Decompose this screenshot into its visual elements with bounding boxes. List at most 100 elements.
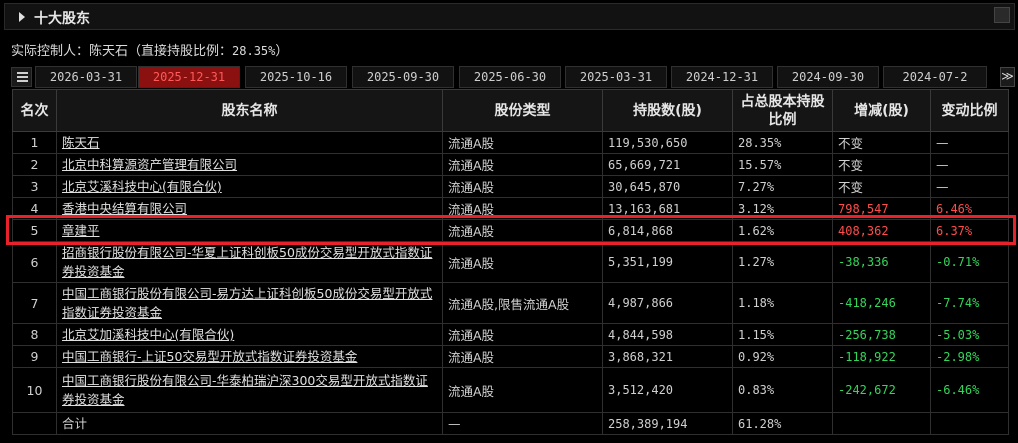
table-row[interactable]: 2 北京中科算源资产管理有限公司 流通A股 65,669,721 15.57% 不变 — xyxy=(12,153,1009,176)
cell-shareholder-name: 北京艾加溪科技中心(有限合伙) xyxy=(56,323,443,346)
cell-share-type: 流通A股 xyxy=(442,345,603,368)
cell-change: -38,336 xyxy=(832,241,931,283)
cell-shares: 65,669,721 xyxy=(602,153,733,176)
table-row[interactable]: 6 招商银行股份有限公司-华夏上证科创板50成份交易型开放式指数证券投资基金 流通A… xyxy=(12,241,1009,283)
shareholder-link[interactable]: 章建平 xyxy=(62,223,100,238)
cell-shareholder-name: 中国工商银行-上证50交易型开放式指数证券投资基金 xyxy=(56,345,443,368)
cell-share-type: — xyxy=(442,412,603,435)
cell-shareholder-name: 章建平 xyxy=(56,219,443,242)
controller-pct: 28.35% xyxy=(232,44,276,58)
cell-ratio: 28.35% xyxy=(732,131,833,154)
cell-ratio: 1.27% xyxy=(732,241,833,283)
table-header-row: 名次 股东名称 股份类型 持股数(股) 占总股本持股比例 增减(股) 变动比例 xyxy=(12,89,1009,132)
cell-rank: 1 xyxy=(12,131,57,154)
col-header-change-pct[interactable]: 变动比例 xyxy=(930,89,1009,132)
tab-date[interactable]: 2024-12-31 xyxy=(671,66,773,88)
shareholder-link[interactable]: 招商银行股份有限公司-华夏上证科创板50成份交易型开放式指数证券投资基金 xyxy=(62,245,432,279)
tab-date[interactable]: 2025-10-16 xyxy=(245,66,347,88)
table-row[interactable]: 5 章建平 流通A股 6,814,868 1.62% 408,362 6.37% xyxy=(12,219,1009,242)
shareholder-link[interactable]: 北京艾加溪科技中心(有限合伙) xyxy=(62,327,234,342)
col-header-shares[interactable]: 持股数(股) xyxy=(602,89,733,132)
table-row[interactable]: 1 陈天石 流通A股 119,530,650 28.35% 不变 — xyxy=(12,131,1009,154)
cell-change-pct: 6.37% xyxy=(930,219,1009,242)
cell-share-type: 流通A股 xyxy=(442,219,603,242)
table-row[interactable]: 9 中国工商银行-上证50交易型开放式指数证券投资基金 流通A股 3,868,321 0… xyxy=(12,345,1009,368)
cell-ratio: 1.15% xyxy=(732,323,833,346)
maximize-icon[interactable] xyxy=(994,7,1010,23)
cell-shares: 5,351,199 xyxy=(602,241,733,283)
cell-change: 798,547 xyxy=(832,197,931,220)
cell-change-pct: -2.98% xyxy=(930,345,1009,368)
cell-change: -418,246 xyxy=(832,282,931,324)
cell-change: 不变 xyxy=(832,175,931,198)
cell-rank: 6 xyxy=(12,241,57,283)
col-header-name[interactable]: 股东名称 xyxy=(56,89,443,132)
cell-ratio: 0.83% xyxy=(732,367,833,413)
table-row[interactable]: 8 北京艾加溪科技中心(有限合伙) 流通A股 4,844,598 1.15% -256,7… xyxy=(12,323,1009,346)
expand-triangle-icon[interactable] xyxy=(19,12,25,22)
cell-rank: 7 xyxy=(12,282,57,324)
cell-shares: 4,987,866 xyxy=(602,282,733,324)
controller-close: ） xyxy=(275,44,289,59)
cell-change-pct xyxy=(930,412,1009,435)
table-row[interactable]: 4 香港中央结算有限公司 流通A股 13,163,681 3.12% 798,547 6.4… xyxy=(12,197,1009,220)
report-date-tabs: 2026-03-31 2025-12-31 2025-10-16 2025-09-30… xyxy=(11,66,1015,88)
cell-ratio: 7.27% xyxy=(732,175,833,198)
shareholder-link[interactable]: 中国工商银行股份有限公司-华泰柏瑞沪深300交易型开放式指数证券投资基金 xyxy=(62,373,428,407)
shareholder-link[interactable]: 陈天石 xyxy=(62,135,100,150)
table-row[interactable]: 7 中国工商银行股份有限公司-易方达上证科创板50成份交易型开放式指数证券投资基金… xyxy=(12,282,1009,324)
cell-ratio: 3.12% xyxy=(732,197,833,220)
cell-rank: 3 xyxy=(12,175,57,198)
tab-date[interactable]: 2025-03-31 xyxy=(565,66,667,88)
section-header[interactable]: 十大股东 xyxy=(4,3,1015,30)
tab-date[interactable]: 2025-12-31 xyxy=(138,66,240,88)
cell-share-type: 流通A股 xyxy=(442,241,603,283)
scroll-right-icon[interactable]: ≫ xyxy=(1000,67,1015,87)
col-header-ratio[interactable]: 占总股本持股比例 xyxy=(732,89,833,132)
cell-change xyxy=(832,412,931,435)
cell-share-type: 流通A股 xyxy=(442,323,603,346)
cell-share-type: 流通A股 xyxy=(442,131,603,154)
tab-date[interactable]: 2026-03-31 xyxy=(35,66,137,88)
cell-ratio: 1.62% xyxy=(732,219,833,242)
cell-change: 408,362 xyxy=(832,219,931,242)
cell-change-pct: — xyxy=(930,175,1009,198)
cell-shares: 258,389,194 xyxy=(602,412,733,435)
cell-shareholder-name: 招商银行股份有限公司-华夏上证科创板50成份交易型开放式指数证券投资基金 xyxy=(56,241,443,283)
tab-date[interactable]: 2024-09-30 xyxy=(777,66,879,88)
cell-shares: 30,645,870 xyxy=(602,175,733,198)
cell-change: -256,738 xyxy=(832,323,931,346)
cell-shareholder-name: 中国工商银行股份有限公司-华泰柏瑞沪深300交易型开放式指数证券投资基金 xyxy=(56,367,443,413)
col-header-change[interactable]: 增减(股) xyxy=(832,89,931,132)
cell-ratio: 1.18% xyxy=(732,282,833,324)
cell-change: 不变 xyxy=(832,131,931,154)
cell-shareholder-name: 北京中科算源资产管理有限公司 xyxy=(56,153,443,176)
shareholder-link[interactable]: 中国工商银行股份有限公司-易方达上证科创板50成份交易型开放式指数证券投资基金 xyxy=(62,286,432,320)
cell-share-type: 流通A股 xyxy=(442,153,603,176)
tab-date[interactable]: 2025-06-30 xyxy=(459,66,561,88)
cell-change-pct: -7.74% xyxy=(930,282,1009,324)
section-title: 十大股东 xyxy=(34,11,90,27)
controller-label: 实际控制人：陈天石（直接持股比例： xyxy=(11,44,233,59)
cell-change: -242,672 xyxy=(832,367,931,413)
shareholder-link[interactable]: 北京中科算源资产管理有限公司 xyxy=(62,157,237,172)
cell-rank: 10 xyxy=(12,367,57,413)
table-total-row: 合计 —258,389,194 61.28% xyxy=(12,412,1009,435)
cell-ratio: 61.28% xyxy=(732,412,833,435)
shareholder-link[interactable]: 香港中央结算有限公司 xyxy=(62,201,187,216)
cell-shares: 6,814,868 xyxy=(602,219,733,242)
col-header-rank[interactable]: 名次 xyxy=(12,89,57,132)
list-menu-icon[interactable] xyxy=(11,67,32,87)
tab-date[interactable]: 2024-07-2 xyxy=(883,66,987,88)
top-ten-shareholders-table: 名次 股东名称 股份类型 持股数(股) 占总股本持股比例 增减(股) 变动比例 … xyxy=(12,89,1009,435)
col-header-type[interactable]: 股份类型 xyxy=(442,89,603,132)
cell-shares: 4,844,598 xyxy=(602,323,733,346)
cell-ratio: 0.92% xyxy=(732,345,833,368)
table-row[interactable]: 3 北京艾溪科技中心(有限合伙) 流通A股 30,645,870 7.27% 不变 — xyxy=(12,175,1009,198)
shareholder-link[interactable]: 中国工商银行-上证50交易型开放式指数证券投资基金 xyxy=(62,349,357,364)
tab-date[interactable]: 2025-09-30 xyxy=(352,66,454,88)
shareholder-link[interactable]: 北京艾溪科技中心(有限合伙) xyxy=(62,179,222,194)
cell-change-pct: — xyxy=(930,153,1009,176)
table-row[interactable]: 10 中国工商银行股份有限公司-华泰柏瑞沪深300交易型开放式指数证券投资基金 流通… xyxy=(12,367,1009,413)
cell-total-label: 合计 xyxy=(56,412,443,435)
